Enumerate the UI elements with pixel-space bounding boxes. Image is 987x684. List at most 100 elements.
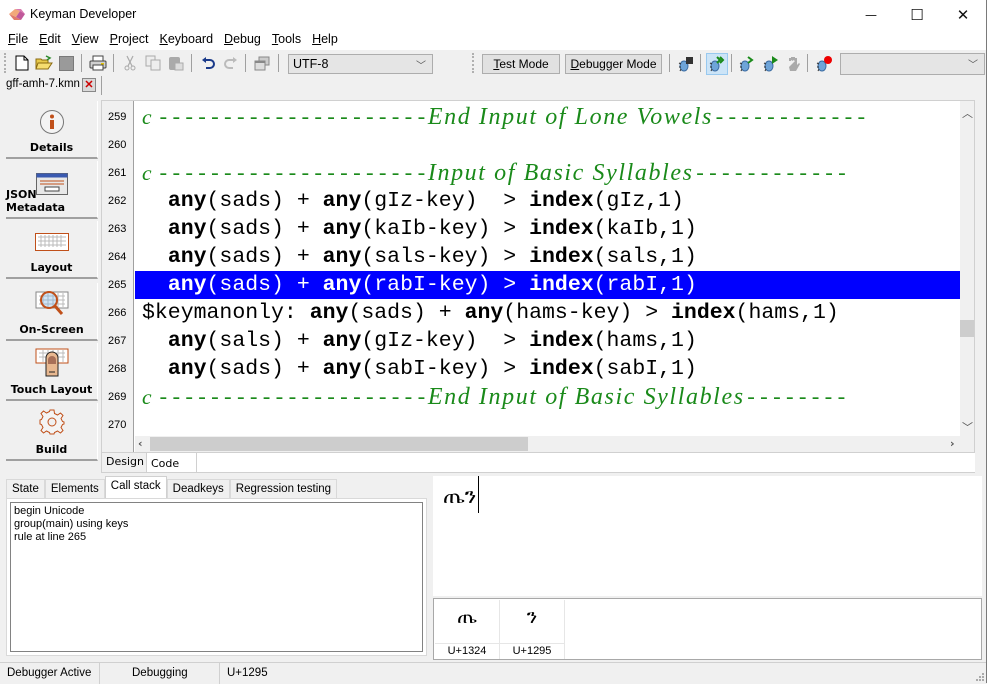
debugger-mode-button[interactable]: Debugger Mode (565, 54, 662, 74)
line-number: 266 (108, 307, 127, 319)
menu-help[interactable]: Help (306, 30, 343, 50)
undo-button[interactable] (198, 53, 218, 73)
toolbar-grip[interactable] (4, 53, 7, 73)
keyword: any (322, 245, 362, 269)
chevron-down-icon: ﹀ (968, 60, 978, 71)
code-line[interactable]: any(sads) + any(gIz-key) > index(gIz,1) (135, 187, 962, 215)
character-code: U+1324 (435, 643, 499, 659)
code-area[interactable]: c ---------------------End Input of Lone… (135, 101, 962, 436)
code-line[interactable]: $keymanonly: any(sads) + any(hams-key) >… (135, 299, 962, 327)
character-glyph: ን (526, 604, 538, 628)
file-tab[interactable]: gff-amh-7.kmn ✕ (2, 76, 102, 95)
code-editor[interactable]: 259 260 261 262 263 264 265 266 267 268 269 270 c -… (101, 100, 975, 453)
menu-project[interactable]: Project (104, 30, 154, 50)
code-line[interactable]: any(sads) + any(sabI-key) > index(sabI,1… (135, 355, 962, 383)
sidebar-item-json-metadata[interactable]: JSON Metadata (6, 161, 98, 219)
maximize-button[interactable]: ☐ (894, 0, 940, 30)
main-window: Keyman Developer — ☐ ✕ File Edit View Proje… (0, 0, 987, 684)
keyword: any (167, 329, 207, 353)
open-file-button[interactable] (34, 53, 54, 73)
scroll-down-icon[interactable]: ﹀ (962, 419, 973, 435)
call-stack-item[interactable]: group(main) using keys (14, 518, 419, 531)
toolbar-grip[interactable] (472, 53, 475, 73)
call-stack-list[interactable]: begin Unicode group(main) using keys rule … (10, 502, 423, 652)
code-line[interactable]: any(sads) + any(rabI-key) > index(rabI,1… (135, 271, 962, 299)
scroll-left-icon[interactable]: ‹ (138, 437, 143, 450)
menu-keyboard[interactable]: Keyboard (154, 30, 219, 50)
code-line[interactable]: any(sals) + any(gIz-key) > index(hams,1) (135, 327, 962, 355)
keyword: any (322, 189, 362, 213)
step-over-button[interactable] (736, 53, 758, 75)
debug-target-select[interactable]: ﹀ (840, 53, 985, 75)
bug-step-forward-icon (763, 56, 778, 72)
code-line[interactable]: c ---------------------Input of Basic Sy… (135, 159, 962, 187)
code-line[interactable] (135, 131, 962, 159)
code-comment: c ---------------------End Input of Lone… (142, 104, 868, 131)
json-metadata-icon (35, 173, 68, 195)
keyword: any (322, 217, 362, 241)
redo-button[interactable] (221, 53, 241, 73)
breakpoint-button[interactable] (813, 53, 835, 75)
character-cell[interactable]: ን U+1295 (500, 600, 565, 659)
code-line[interactable] (135, 411, 962, 439)
tab-design-label: Design (106, 455, 144, 468)
vertical-scroll-thumb[interactable] (960, 320, 974, 337)
line-number: 261 (108, 167, 127, 179)
call-stack-item[interactable]: rule at line 265 (14, 531, 419, 544)
sidebar-item-on-screen[interactable]: On-Screen (6, 283, 98, 341)
minimize-button[interactable]: — (848, 0, 894, 30)
hand-stop-icon (789, 57, 800, 71)
tab-deadkeys[interactable]: Deadkeys (166, 479, 230, 498)
sidebar-item-details[interactable]: Details (6, 101, 98, 159)
window-cascade-button[interactable] (252, 53, 272, 73)
sidebar-item-layout[interactable]: Layout (6, 221, 98, 279)
sidebar-item-touch-layout[interactable]: Touch Layout (6, 343, 98, 401)
cut-icon (124, 55, 136, 71)
horizontal-scrollbar[interactable]: ‹ › (135, 436, 974, 452)
character-cell[interactable]: ጤ U+1324 (435, 600, 500, 659)
code-line[interactable]: any(sads) + any(kaIb-key) > index(kaIb,1… (135, 215, 962, 243)
tab-design[interactable]: Design (101, 453, 147, 473)
code-line[interactable]: any(sads) + any(sals-key) > index(sals,1… (135, 243, 962, 271)
file-tab-label: gff-amh-7.kmn (6, 78, 80, 90)
step-forward-button[interactable] (760, 53, 782, 75)
pause-button[interactable] (783, 53, 805, 75)
menu-tools[interactable]: Tools (266, 30, 306, 50)
sidebar-item-build[interactable]: Build (6, 403, 98, 461)
print-button[interactable] (88, 53, 108, 73)
tab-regression-testing[interactable]: Regression testing (229, 479, 338, 498)
test-mode-button[interactable]: Test Mode (482, 54, 560, 74)
scroll-right-icon[interactable]: › (950, 437, 955, 450)
save-button[interactable] (56, 53, 76, 73)
debug-output-field[interactable]: ጤን (433, 476, 982, 596)
close-file-icon[interactable]: ✕ (82, 78, 96, 92)
code-line[interactable]: c ---------------------End Input of Basi… (135, 383, 962, 411)
stop-debugger-button[interactable] (675, 53, 697, 75)
encoding-value: UTF-8 (293, 57, 329, 71)
menu-edit[interactable]: Edit (33, 30, 66, 50)
tab-state[interactable]: State (6, 479, 45, 498)
cut-button[interactable] (120, 53, 140, 73)
tab-call-stack[interactable]: Call stack (104, 476, 167, 499)
tab-code[interactable]: Code (147, 453, 197, 473)
code-token: (sabI-key) > (361, 357, 530, 381)
menu-view[interactable]: View (66, 30, 104, 50)
menu-file[interactable]: File (2, 30, 33, 50)
vertical-scrollbar[interactable]: ︿ ﹀ (960, 101, 974, 436)
call-stack-item[interactable]: begin Unicode (14, 505, 419, 518)
paste-button[interactable] (166, 53, 186, 73)
encoding-select[interactable]: UTF-8 ﹀ (288, 54, 433, 74)
horizontal-scroll-thumb[interactable] (150, 437, 528, 451)
scroll-up-icon[interactable]: ︿ (962, 105, 973, 121)
code-line[interactable]: c ---------------------End Input of Lone… (135, 103, 962, 131)
copy-button[interactable] (143, 53, 163, 73)
redo-icon (224, 57, 237, 69)
run-button[interactable] (706, 53, 728, 75)
resize-grip-icon[interactable] (974, 671, 984, 681)
tab-elements[interactable]: Elements (44, 479, 105, 498)
menu-debug[interactable]: Debug (218, 30, 266, 50)
close-button[interactable]: ✕ (940, 0, 986, 30)
keyword: index (529, 273, 594, 297)
new-file-button[interactable] (12, 53, 32, 73)
